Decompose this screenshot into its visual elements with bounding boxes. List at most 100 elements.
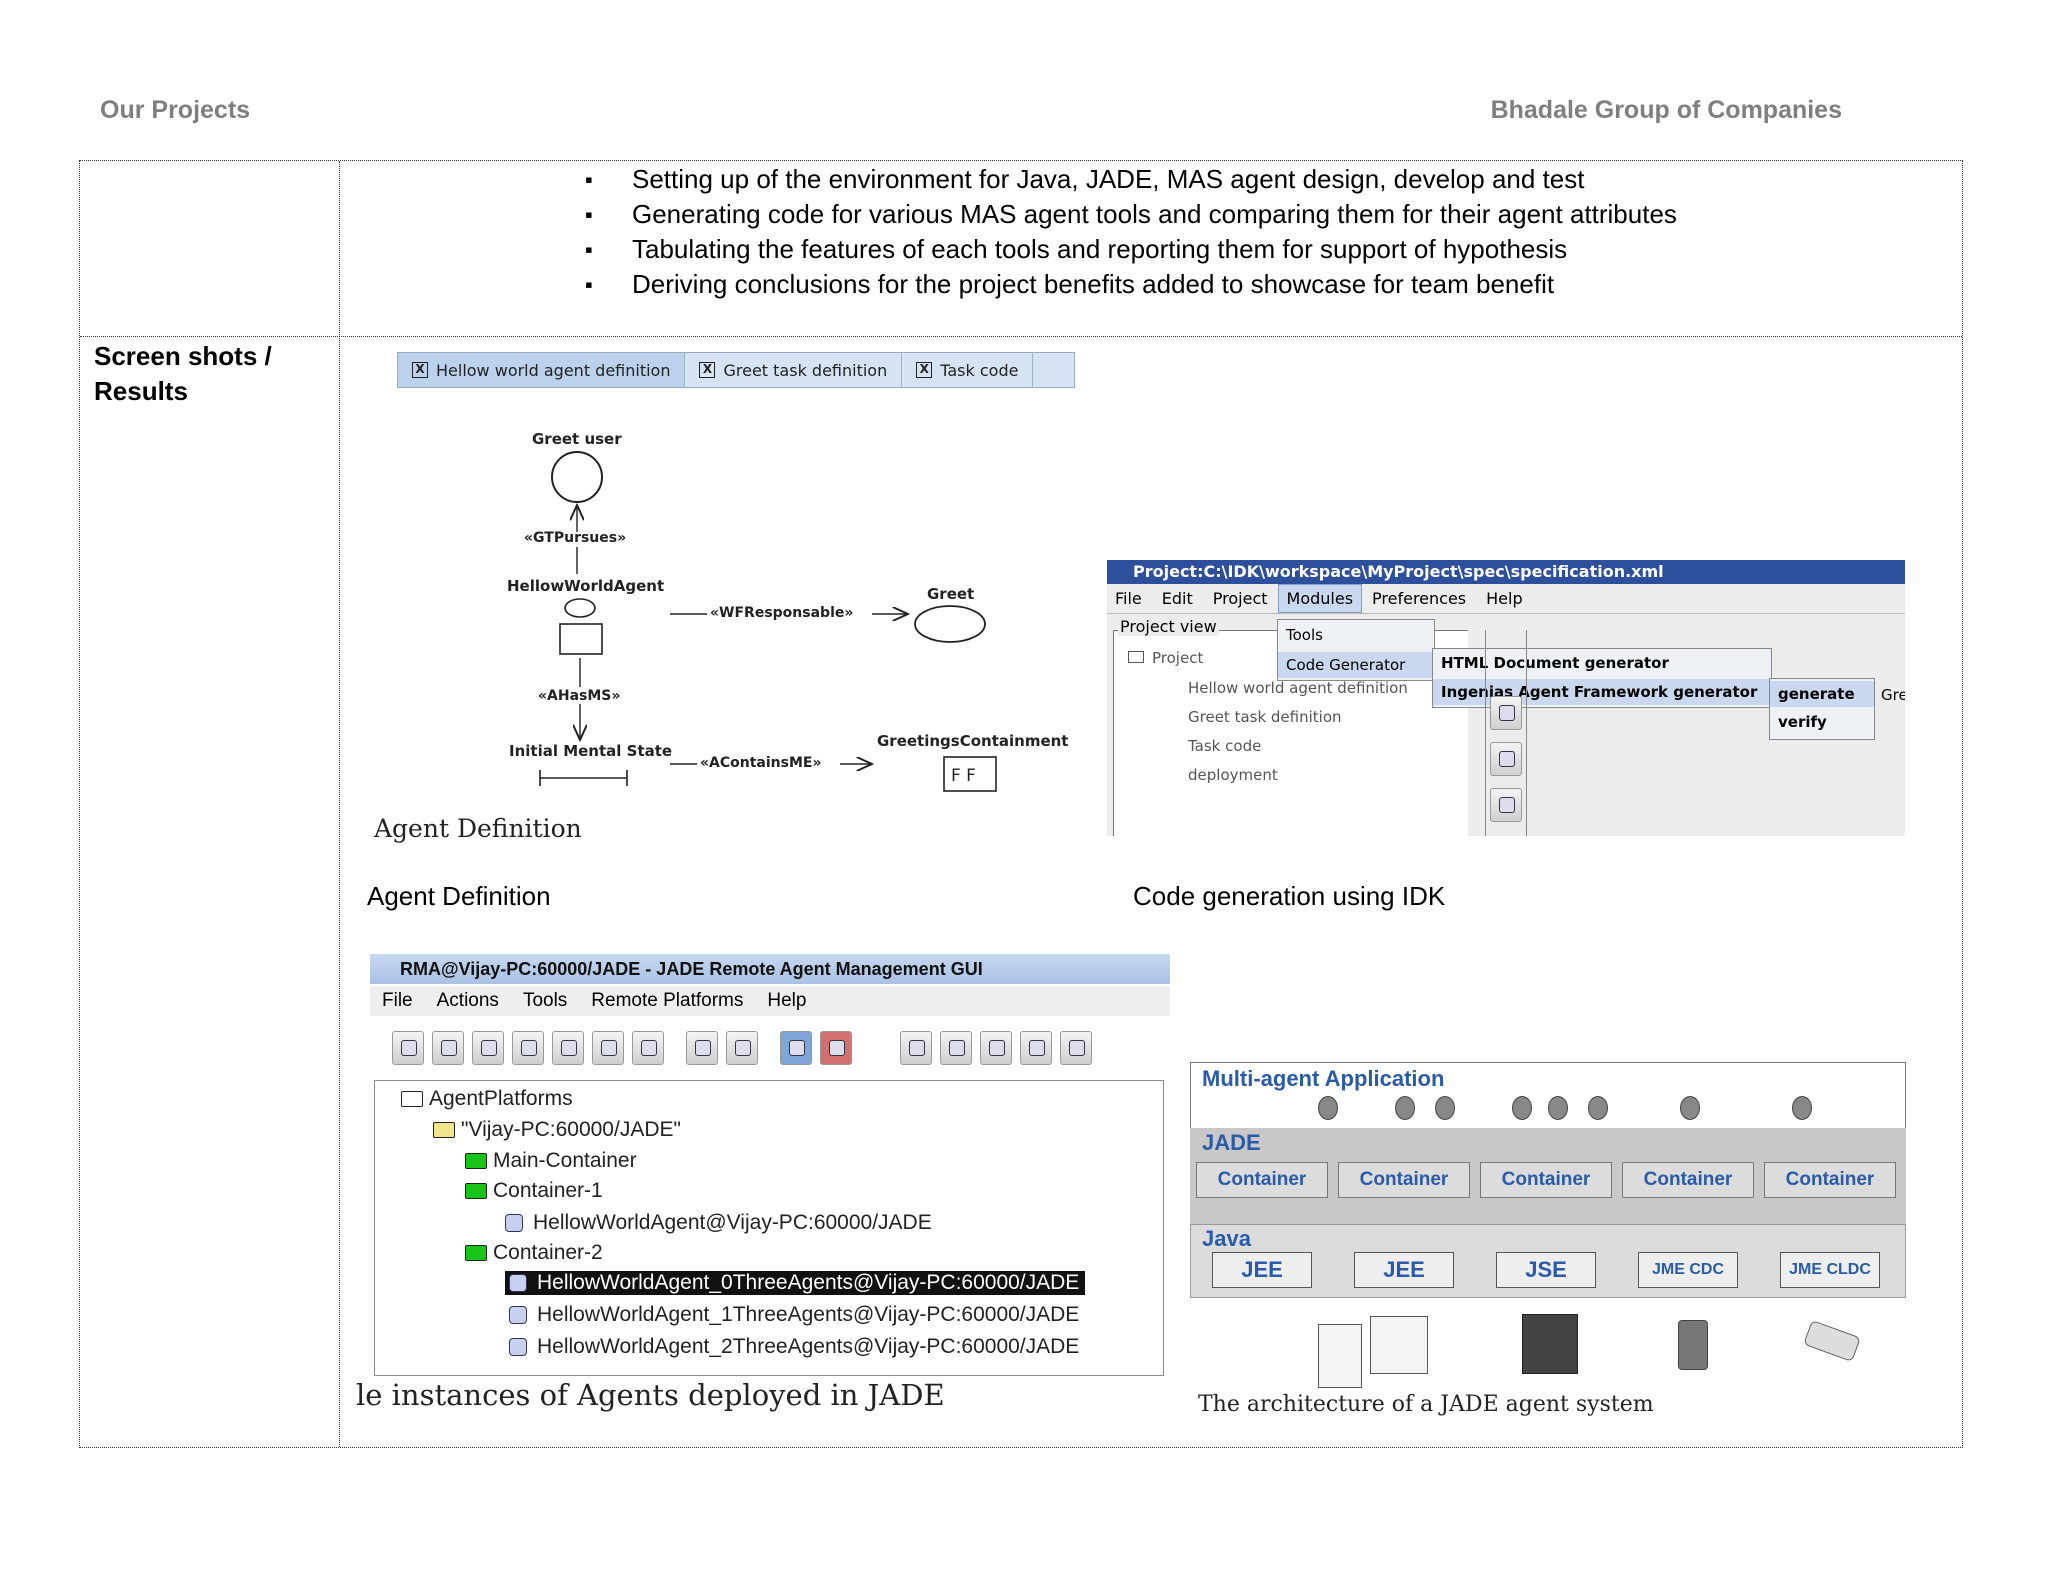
responsable-label: «WFResponsable»	[710, 605, 854, 621]
toolbar-button[interactable]	[940, 1031, 972, 1065]
tree-item-agent-definition[interactable]: Hellow world agent definition	[1188, 679, 1408, 697]
row-label: Screen shots / Results	[94, 339, 272, 409]
platform-box: JEE	[1212, 1252, 1312, 1288]
tree-agent[interactable]: HellowWorldAgent_2ThreeAgents@Vijay-PC:6…	[509, 1335, 1079, 1359]
architecture-caption: The architecture of a JADE agent system	[1198, 1392, 1654, 1417]
jade-inner-caption: le instances of Agents deployed in JADE	[356, 1378, 945, 1412]
toolbar-button[interactable]	[592, 1031, 624, 1065]
menu-item-code-generator[interactable]: Code Generator	[1278, 652, 1434, 678]
menu-modules[interactable]: Modules	[1277, 584, 1363, 613]
server-icon	[1318, 1324, 1362, 1388]
tree-agent[interactable]: HellowWorldAgent@Vijay-PC:60000/JADE	[505, 1211, 932, 1235]
bullet-item: Generating code for various MAS agent to…	[585, 197, 1677, 232]
tree-agent-platforms[interactable]: AgentPlatforms	[401, 1087, 573, 1111]
agent-icon	[1548, 1096, 1568, 1120]
mental-state-label: Initial Mental State	[509, 742, 673, 760]
phone-icon	[1803, 1319, 1861, 1363]
modules-dropdown: Tools Code Generator	[1277, 619, 1435, 681]
rma-toolbar	[392, 1026, 1170, 1070]
tree-item-task-code[interactable]: Task code	[1188, 737, 1261, 755]
tree-project[interactable]: Project	[1128, 649, 1203, 667]
tree-agent-selected[interactable]: HellowWorldAgent_0ThreeAgents@Vijay-PC:6…	[505, 1271, 1086, 1295]
idk-menu-bar: File Edit Project Modules Preferences He…	[1107, 584, 1905, 614]
toolbar-button[interactable]	[1490, 742, 1522, 776]
toolbar-button[interactable]	[1060, 1031, 1092, 1065]
agent-icon	[1792, 1096, 1812, 1120]
task-bullet-list: Setting up of the environment for Java, …	[585, 162, 1677, 302]
toolbar-button[interactable]	[472, 1031, 504, 1065]
toolbar-button[interactable]	[900, 1031, 932, 1065]
toolbar-button[interactable]	[432, 1031, 464, 1065]
server-icon	[1370, 1316, 1428, 1374]
menu-file[interactable]: File	[1107, 589, 1152, 608]
agent-icon	[509, 1338, 527, 1356]
menu-item-verify[interactable]: verify	[1778, 713, 1827, 731]
tree-container-1[interactable]: Container-1	[465, 1179, 603, 1203]
menu-item-generate[interactable]: generate	[1770, 681, 1874, 707]
toolbar-button[interactable]	[632, 1031, 664, 1065]
gt-pursues-label: «GTPursues»	[524, 530, 627, 546]
ff-label: F F	[951, 766, 976, 786]
column-divider	[339, 161, 340, 1447]
bullet-item: Setting up of the environment for Java, …	[585, 162, 1677, 197]
pda-icon	[1678, 1320, 1708, 1370]
toolbar-button[interactable]	[1490, 696, 1522, 730]
computer-icon	[1522, 1314, 1578, 1374]
folder-icon	[465, 1245, 487, 1261]
menu-actions[interactable]: Actions	[425, 990, 511, 1012]
toolbar-button[interactable]	[512, 1031, 544, 1065]
agent-icon	[1318, 1096, 1338, 1120]
tree-item-greet-task[interactable]: Greet task definition	[1188, 708, 1342, 726]
menu-help[interactable]: Help	[755, 990, 818, 1012]
toolbar-button[interactable]	[980, 1031, 1012, 1065]
menu-item-tools[interactable]: Tools	[1286, 626, 1323, 644]
container-box: Container	[1196, 1162, 1328, 1198]
menu-item-html-generator[interactable]: HTML Document generator	[1441, 654, 1669, 672]
toolbar-button[interactable]	[726, 1031, 758, 1065]
menu-file[interactable]: File	[370, 990, 425, 1012]
menu-preferences[interactable]: Preferences	[1362, 589, 1476, 608]
agent-icon	[1435, 1096, 1455, 1120]
rma-title-bar: RMA@Vijay-PC:60000/JADE - JADE Remote Ag…	[370, 954, 1170, 984]
toolbar-button[interactable]	[552, 1031, 584, 1065]
folder-icon	[465, 1153, 487, 1169]
container-box: Container	[1764, 1162, 1896, 1198]
toolbar-button[interactable]	[780, 1031, 812, 1065]
contains-me-label: «AContainsME»	[700, 755, 822, 771]
agent-name-label: HellowWorldAgent	[507, 577, 665, 595]
menu-tools[interactable]: Tools	[511, 990, 579, 1012]
agent-icon	[1588, 1096, 1608, 1120]
tree-container-2[interactable]: Container-2	[465, 1241, 603, 1265]
toolbar-button[interactable]	[392, 1031, 424, 1065]
header-left: Our Projects	[100, 96, 251, 124]
row-label-line1: Screen shots /	[94, 341, 272, 371]
tree-main-container[interactable]: Main-Container	[465, 1149, 637, 1173]
menu-remote-platforms[interactable]: Remote Platforms	[579, 990, 755, 1012]
jade-architecture-diagram: Multi-agent Application JADE Container C…	[1190, 1062, 1910, 1428]
menu-item-ingenias-generator[interactable]: Ingenias Agent Framework generator	[1433, 679, 1771, 705]
agent-icon	[1395, 1096, 1415, 1120]
toolbar-button[interactable]	[1490, 788, 1522, 822]
tree-agent[interactable]: HellowWorldAgent_1ThreeAgents@Vijay-PC:6…	[509, 1303, 1079, 1327]
container-box: Container	[1480, 1162, 1612, 1198]
tree-platform[interactable]: "Vijay-PC:60000/JADE"	[433, 1118, 681, 1142]
agent-body	[559, 623, 603, 655]
hasms-label: «AHasMS»	[538, 688, 621, 704]
greetings-containment-label: GreetingsContainment	[877, 732, 1069, 750]
rma-menu-bar: File Actions Tools Remote Platforms Help	[370, 986, 1170, 1016]
tree-item-deployment[interactable]: deployment	[1188, 766, 1278, 784]
truncated-text: Gre	[1881, 686, 1905, 704]
menu-edit[interactable]: Edit	[1152, 589, 1203, 608]
menu-project[interactable]: Project	[1203, 589, 1278, 608]
row-label-line2: Results	[94, 376, 188, 406]
folder-icon	[465, 1183, 487, 1199]
agent-definition-inner-caption: Agent Definition	[374, 814, 582, 843]
platform-box: JME CDC	[1638, 1252, 1738, 1288]
menu-help[interactable]: Help	[1476, 589, 1532, 608]
toolbar-button[interactable]	[820, 1031, 852, 1065]
side-toolbar	[1485, 630, 1527, 836]
header-right: Bhadale Group of Companies	[1490, 96, 1842, 124]
toolbar-button[interactable]	[686, 1031, 718, 1065]
java-label: Java	[1202, 1226, 1251, 1251]
toolbar-button[interactable]	[1020, 1031, 1052, 1065]
